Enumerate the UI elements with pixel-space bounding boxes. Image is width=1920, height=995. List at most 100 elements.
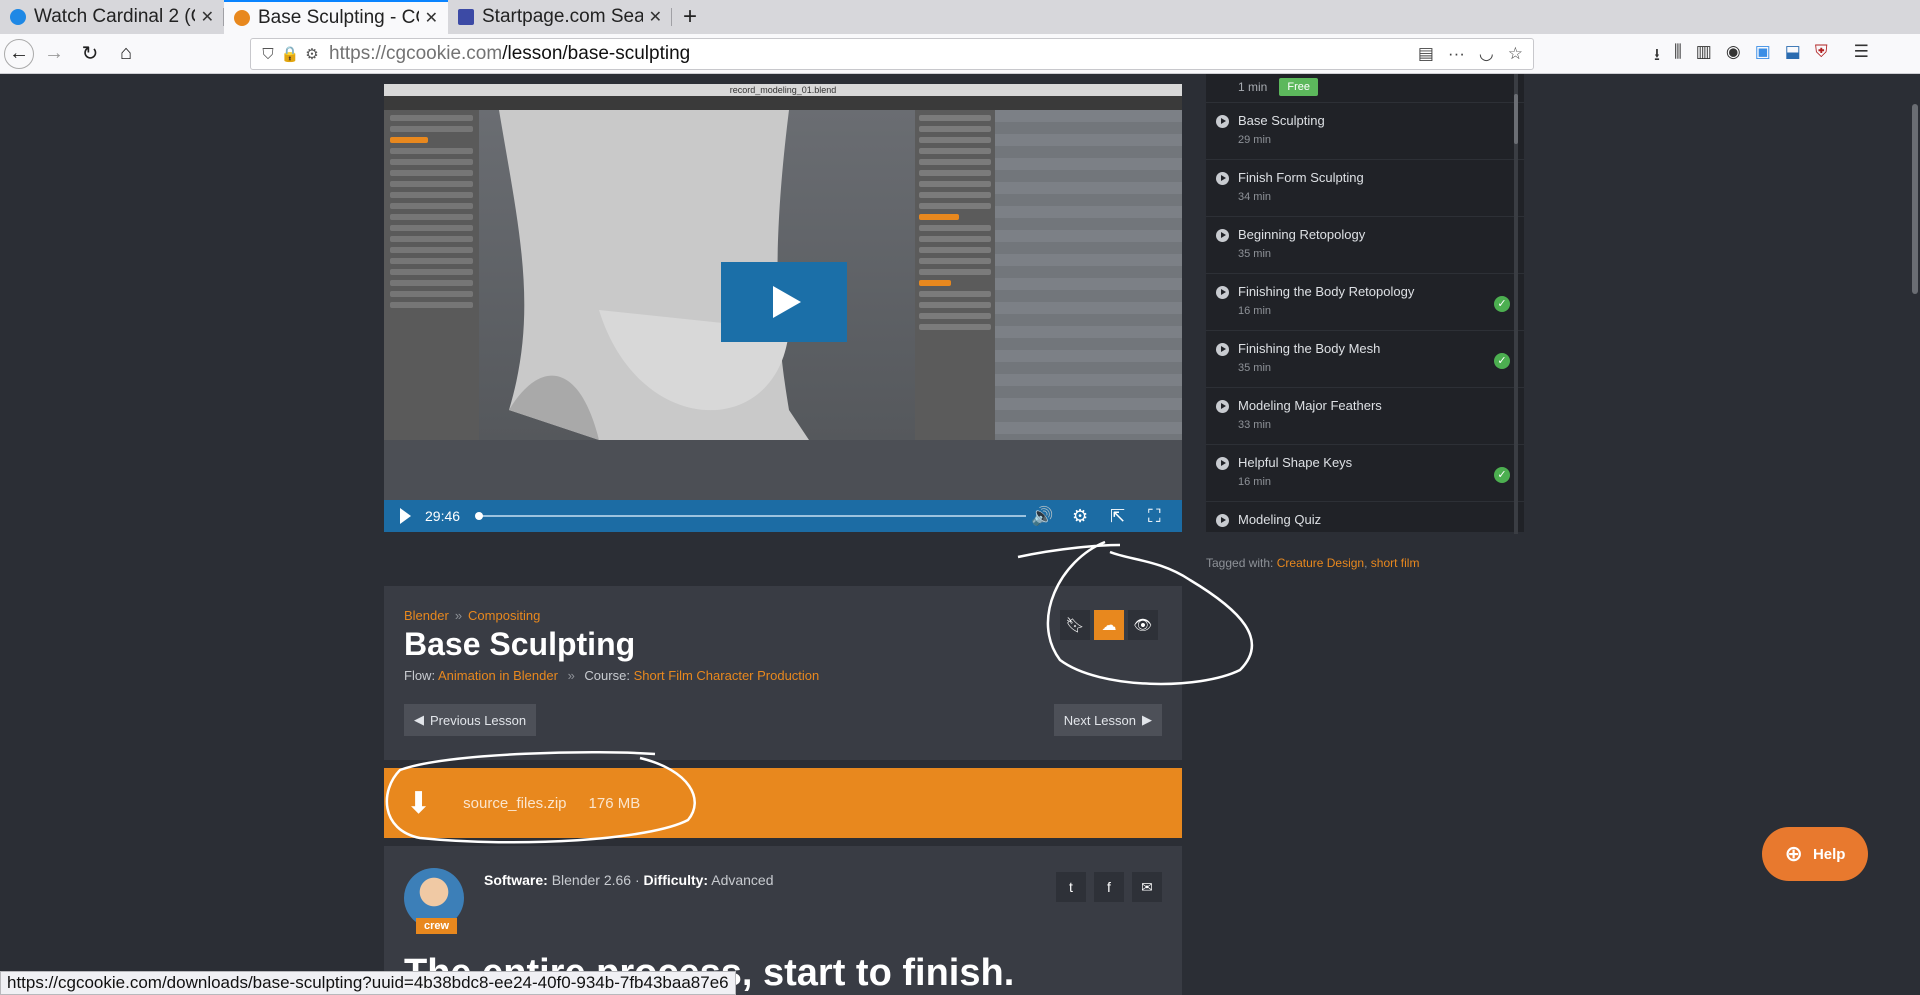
volume-icon[interactable]: 🔊 — [1031, 506, 1053, 527]
playlist-item[interactable]: Helpful Shape Keys 16 min ✓ — [1206, 444, 1524, 501]
tag-link-creature-design[interactable]: Creature Design — [1277, 556, 1364, 570]
tab-title: Base Sculpting - CG — [258, 7, 419, 28]
playlist-item[interactable]: Modeling Quiz — [1206, 501, 1524, 532]
extension-icon[interactable]: ▣ — [1755, 42, 1771, 71]
playlist-item[interactable]: Base Sculpting 29 min — [1206, 102, 1524, 159]
account-icon[interactable]: ◉ — [1726, 42, 1741, 71]
playlist-item-duration: 33 min — [1238, 419, 1272, 431]
check-circle-icon: ✓ — [1494, 296, 1510, 312]
previous-lesson-button[interactable]: ◀ Previous Lesson — [404, 704, 537, 736]
tab-title: Watch Cardinal 2 (C — [34, 6, 195, 27]
video-big-play-button[interactable] — [721, 262, 847, 342]
playlist-item-title: Finish Form Sculpting — [1238, 170, 1364, 185]
library-icon[interactable]: ⫼ — [1674, 42, 1682, 71]
playlist-item-duration: 34 min — [1238, 191, 1272, 203]
reload-button[interactable]: ↻ — [74, 38, 106, 70]
new-tab-button[interactable]: + — [672, 0, 708, 34]
course-link[interactable]: Short Film Character Production — [634, 668, 820, 683]
video-window-title: record_modeling_01.blend — [384, 84, 1182, 96]
tab-title: Startpage.com Sea — [482, 6, 643, 27]
page-scrollbar[interactable] — [1908, 74, 1920, 995]
forward-button[interactable]: → — [38, 38, 70, 70]
previous-lesson-label: Previous Lesson — [430, 712, 527, 728]
twitter-icon[interactable]: t — [1056, 872, 1086, 902]
next-lesson-button[interactable]: Next Lesson ▶ — [1053, 704, 1162, 736]
flow-label: Flow: — [404, 668, 436, 683]
settings-gear-icon[interactable]: ⚙ — [1072, 506, 1088, 527]
download-source-files-bar[interactable]: ⬇ source_files.zip 176 MB — [384, 768, 1182, 838]
eye-icon[interactable]: 👁 — [1128, 610, 1158, 640]
url-bar[interactable]: ⛉ 🔒 ⚙ https://cgcookie.com/lesson/base-s… — [250, 38, 1534, 70]
tab-base-sculpting[interactable]: Base Sculpting - CG ✕ — [224, 0, 448, 34]
playlist-item-title: Modeling Quiz — [1238, 512, 1322, 527]
playlist-scrollbar[interactable] — [1514, 74, 1518, 534]
video-blender-menu — [384, 96, 1182, 110]
progress-handle[interactable] — [475, 512, 483, 520]
playlist-item[interactable]: Modeling Major Feathers 33 min — [1206, 387, 1524, 444]
cloud-download-icon[interactable]: ☁ — [1094, 610, 1124, 640]
tab-startpage[interactable]: Startpage.com Sea ✕ — [448, 0, 672, 34]
nav-bar: ← → ↻ ⌂ ⛉ 🔒 ⚙ https://cgcookie.com/lesso… — [0, 34, 1920, 74]
software-value: Blender 2.66 — [551, 872, 632, 888]
play-icon[interactable] — [400, 508, 411, 524]
breadcrumb-compositing[interactable]: Compositing — [468, 608, 540, 623]
software-difficulty-line: Software: Blender 2.66 · Difficulty: Adv… — [484, 872, 774, 888]
video-blender-outliner — [995, 110, 1182, 440]
email-icon[interactable]: ✉ — [1132, 872, 1162, 902]
play-icon — [773, 286, 801, 318]
video-progress-bar[interactable] — [475, 512, 1026, 520]
tab-watch-cardinal[interactable]: Watch Cardinal 2 (C ✕ — [0, 0, 224, 34]
menu-icon[interactable]: ☰ — [1854, 42, 1869, 71]
crew-badge: crew — [416, 918, 458, 934]
video-player[interactable]: record_modeling_01.blend 29:46 🔊 ⚙ ⇱ ⛶ — [384, 84, 1182, 532]
playlist-item[interactable]: Beginning Retopology 35 min — [1206, 216, 1524, 273]
playlist-item-duration: 16 min — [1238, 476, 1272, 488]
ublock-icon[interactable]: ⛨ — [1815, 42, 1828, 71]
home-button[interactable]: ⌂ — [110, 38, 142, 70]
flow-link[interactable]: Animation in Blender — [438, 668, 558, 683]
video-blender-tool-panel — [384, 110, 479, 440]
more-actions-icon[interactable]: ··· — [1448, 44, 1465, 64]
free-badge: Free — [1279, 78, 1318, 96]
extension-icon[interactable]: ⬓ — [1785, 42, 1801, 71]
arrow-right-circle-icon: ▶ — [1142, 712, 1152, 727]
url-text[interactable]: https://cgcookie.com/lesson/base-sculpti… — [329, 43, 690, 65]
url-prefix: https://cgcookie.com — [329, 43, 503, 64]
lock-icon[interactable]: 🔒 — [279, 45, 301, 63]
help-button[interactable]: ⊕ Help — [1762, 827, 1868, 881]
playlist-item-title: Helpful Shape Keys — [1238, 455, 1353, 470]
breadcrumb-blender[interactable]: Blender — [404, 608, 449, 623]
playlist-item-duration: 1 min — [1238, 80, 1268, 94]
page-content: record_modeling_01.blend 29:46 🔊 ⚙ ⇱ ⛶ 1… — [0, 74, 1920, 995]
tags-label: Tagged with: — [1206, 556, 1274, 570]
sidebar-icon[interactable]: ▥ — [1696, 42, 1712, 71]
tag-link-short-film[interactable]: short film — [1371, 556, 1420, 570]
toolbar-right: ⭳ ⫼ ▥ ◉ ▣ ⬓ ⛨ ☰ — [1654, 42, 1869, 71]
facebook-icon[interactable]: f — [1094, 872, 1124, 902]
bookmark-star-icon[interactable]: ☆ — [1508, 44, 1523, 64]
video-sculpt-viewport — [479, 110, 915, 440]
pocket-icon[interactable]: ◡ — [1479, 44, 1494, 64]
check-circle-icon: ✓ — [1494, 353, 1510, 369]
playlist-item[interactable]: Finishing the Body Mesh 35 min ✓ — [1206, 330, 1524, 387]
video-time: 29:46 — [425, 508, 461, 524]
shield-icon[interactable]: ⛉ — [257, 46, 279, 63]
play-circle-icon — [1216, 400, 1229, 413]
share-icon[interactable]: ⇱ — [1110, 506, 1125, 527]
reader-view-icon[interactable]: ▤ — [1418, 44, 1434, 64]
social-share: t f ✉ — [1056, 872, 1162, 902]
lesson-playlist: 1 min Free Base Sculpting 29 min Finish Fo… — [1206, 74, 1524, 532]
downloads-icon[interactable]: ⭳ — [1654, 42, 1660, 71]
bookmark-icon[interactable]: 🔖︎ — [1060, 610, 1090, 640]
play-circle-icon — [1216, 115, 1229, 128]
playlist-item[interactable]: Finishing the Body Retopology 16 min ✓ — [1206, 273, 1524, 330]
fullscreen-icon[interactable]: ⛶ — [1148, 506, 1161, 527]
back-button[interactable]: ← — [4, 38, 34, 69]
close-icon[interactable]: ✕ — [649, 7, 662, 27]
close-icon[interactable]: ✕ — [425, 8, 438, 28]
tab-bar: Watch Cardinal 2 (C ✕ Base Sculpting - C… — [0, 0, 1920, 34]
playlist-item-top[interactable]: 1 min Free — [1206, 74, 1524, 102]
close-icon[interactable]: ✕ — [201, 7, 214, 27]
playlist-item[interactable]: Finish Form Sculpting 34 min — [1206, 159, 1524, 216]
permissions-icon[interactable]: ⚙ — [301, 45, 323, 63]
